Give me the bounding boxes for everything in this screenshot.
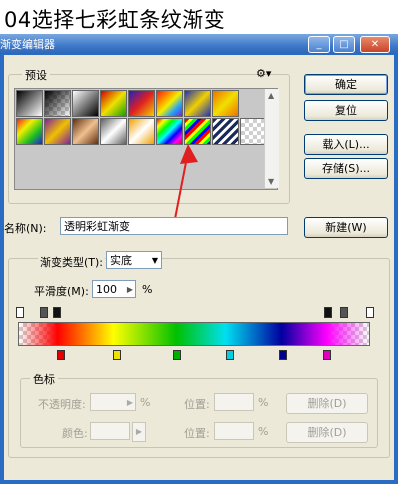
new-button[interactable]: 新建(W)	[304, 217, 388, 238]
color-location-input[interactable]	[214, 422, 254, 440]
gradient-type-select[interactable]: 实底 ▼	[106, 251, 162, 269]
color-menu-icon[interactable]: ▶	[132, 422, 146, 442]
color-stop[interactable]	[226, 350, 234, 360]
preset-swatch[interactable]	[100, 118, 127, 145]
color-location-unit: %	[258, 425, 269, 438]
chevron-right-icon[interactable]: ▶	[127, 394, 133, 412]
gradient-type-label: 渐变类型(T):	[38, 254, 106, 270]
location-label: 位置:	[184, 398, 210, 411]
preset-swatch[interactable]	[72, 90, 99, 117]
opacity-input[interactable]: ▶	[90, 393, 136, 411]
save-button[interactable]: 存储(S)...	[304, 158, 388, 179]
scroll-up-icon[interactable]: ▲	[268, 91, 274, 100]
smoothness-label: 平滑度(M):	[34, 285, 89, 298]
preset-swatch[interactable]	[100, 90, 127, 117]
opacity-stop[interactable]	[16, 307, 24, 318]
location-unit: %	[258, 396, 269, 409]
name-input[interactable]: 透明彩虹渐变	[60, 217, 288, 235]
opacity-stop[interactable]	[324, 307, 332, 318]
chevron-down-icon: ▼	[151, 256, 158, 265]
close-button[interactable]: ✕	[360, 36, 390, 53]
preset-swatch[interactable]	[184, 90, 211, 117]
gradient-type-value: 实底	[110, 254, 132, 267]
color-swatch-input[interactable]	[90, 422, 130, 440]
window-title: 渐变编辑器	[0, 38, 55, 51]
preset-scrollbar[interactable]: ▲ ▼	[264, 89, 279, 188]
preset-swatch[interactable]	[72, 118, 99, 145]
preset-swatch[interactable]	[128, 90, 155, 117]
color-stop[interactable]	[323, 350, 331, 360]
color-label: 颜色:	[62, 427, 88, 440]
preset-swatch[interactable]	[212, 90, 239, 117]
smoothness-input[interactable]: 100 ▶	[92, 280, 136, 298]
chevron-right-icon[interactable]: ▶	[127, 281, 133, 299]
arrow-annotation	[173, 144, 198, 225]
minimize-button[interactable]: _	[308, 36, 330, 53]
gradient-fill	[19, 323, 369, 345]
delete-color-stop-button[interactable]: 删除(D)	[286, 422, 368, 443]
preset-swatch[interactable]	[44, 118, 71, 145]
opacity-stop[interactable]	[40, 307, 48, 318]
color-stop[interactable]	[113, 350, 121, 360]
color-stop[interactable]	[279, 350, 287, 360]
smoothness-unit: %	[142, 283, 153, 296]
smoothness-value: 100	[96, 283, 117, 296]
name-label: 名称(N):	[4, 222, 47, 235]
load-button[interactable]: 载入(L)...	[304, 134, 388, 155]
preset-swatch[interactable]	[16, 90, 43, 117]
opacity-location-input[interactable]	[214, 393, 254, 411]
delete-opacity-stop-button[interactable]: 删除(D)	[286, 393, 368, 414]
color-stop[interactable]	[173, 350, 181, 360]
gradient-bar[interactable]	[18, 322, 370, 346]
opacity-unit: %	[140, 396, 151, 409]
caption-title: 04选择七彩虹条纹渐变	[4, 8, 226, 32]
opacity-stop[interactable]	[366, 307, 374, 318]
opacity-label: 不透明度:	[38, 398, 86, 411]
preset-swatch[interactable]	[156, 90, 183, 117]
preset-swatch[interactable]	[44, 90, 71, 117]
reset-button[interactable]: 复位	[304, 100, 388, 121]
stops-group-label: 色标	[30, 371, 58, 387]
color-location-label: 位置:	[184, 427, 210, 440]
preset-swatch[interactable]	[16, 118, 43, 145]
scroll-down-icon[interactable]: ▼	[268, 177, 274, 186]
ok-button[interactable]: 确定	[304, 74, 388, 95]
preset-swatch[interactable]	[240, 118, 267, 145]
preset-swatch-panel	[14, 88, 278, 190]
preset-swatch[interactable]	[128, 118, 155, 145]
color-stop[interactable]	[57, 350, 65, 360]
opacity-stop[interactable]	[340, 307, 348, 318]
presets-label: 预设	[22, 67, 50, 83]
opacity-stop[interactable]	[53, 307, 61, 318]
maximize-button[interactable]: □	[333, 36, 355, 53]
gear-icon[interactable]: ⚙▾	[256, 67, 271, 80]
